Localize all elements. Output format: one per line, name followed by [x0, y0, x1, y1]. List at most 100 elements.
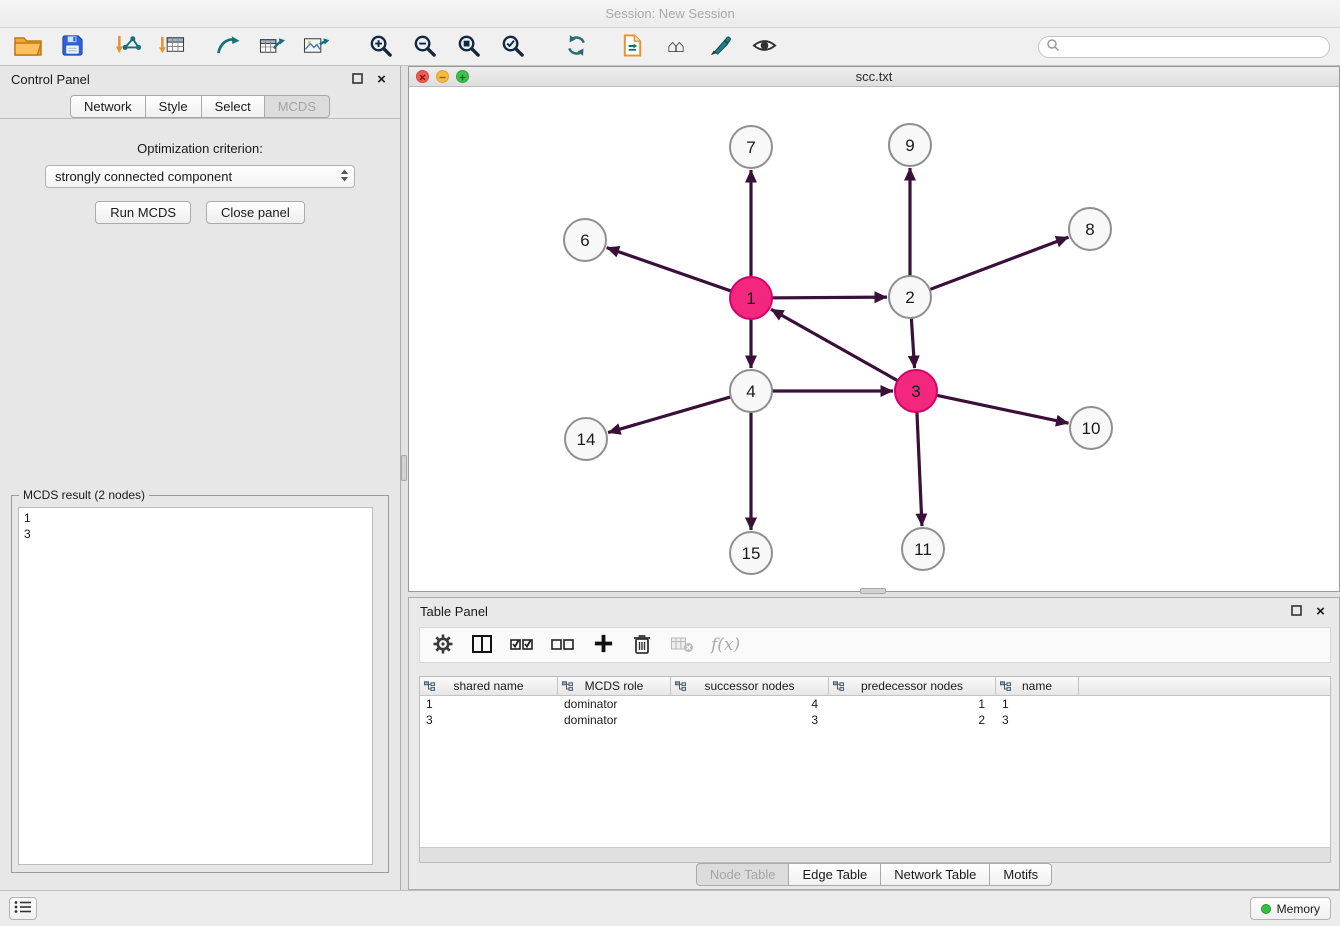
node-6[interactable]: 6 — [564, 219, 606, 261]
tab-motifs[interactable]: Motifs — [989, 863, 1052, 886]
zoom-in-button[interactable] — [362, 31, 398, 63]
houses-icon: ⌂⌂ — [667, 36, 685, 57]
tab-network-table[interactable]: Network Table — [880, 863, 990, 886]
table-tabs: Node TableEdge TableNetwork TableMotifs — [696, 863, 1052, 886]
neighbors-button[interactable]: ⌂⌂ — [658, 31, 694, 63]
panel-menu-button[interactable] — [9, 897, 37, 920]
column-label: MCDS role — [585, 679, 644, 693]
export-network-button[interactable] — [210, 31, 246, 63]
svg-text:15: 15 — [742, 544, 761, 563]
close-window-button[interactable] — [416, 70, 429, 83]
control-panel-float-button[interactable] — [350, 72, 365, 87]
table-panel-float-button[interactable] — [1289, 604, 1304, 619]
column-header-mcds-role[interactable]: MCDS role — [558, 677, 671, 695]
delete-column-button[interactable] — [631, 633, 653, 657]
svg-text:8: 8 — [1085, 220, 1094, 239]
table-panel-close-button[interactable]: × — [1313, 604, 1328, 619]
save-session-button[interactable] — [54, 31, 90, 63]
show-columns-button[interactable] — [471, 633, 493, 657]
control-panel-close-button[interactable]: × — [374, 72, 389, 87]
export-image-button[interactable] — [298, 31, 334, 63]
tab-select[interactable]: Select — [201, 95, 265, 118]
delete-table-button[interactable] — [670, 633, 694, 657]
mcds-result-legend: MCDS result (2 nodes) — [19, 488, 149, 502]
node-3[interactable]: 3 — [895, 370, 937, 412]
control-panel-header: Control Panel × — [0, 66, 400, 93]
minimize-window-button[interactable] — [436, 70, 449, 83]
close-panel-button[interactable]: Close panel — [206, 201, 305, 224]
optimization-select[interactable]: strongly connected component — [45, 165, 355, 188]
fx-icon: f(x) — [711, 635, 740, 655]
table-row[interactable]: 1dominator411 — [420, 696, 1330, 712]
node-1[interactable]: 1 — [730, 277, 772, 319]
node-9[interactable]: 9 — [889, 124, 931, 166]
column-tree-icon — [1000, 681, 1011, 692]
zoom-selected-button[interactable] — [494, 31, 530, 63]
edge-3-11[interactable] — [916, 394, 922, 526]
column-header-name[interactable]: name — [996, 677, 1079, 695]
network-canvas[interactable]: 7 9 6 8 1 2 4 3 14 10 15 11 — [409, 87, 1339, 591]
search-box[interactable] — [1038, 36, 1330, 58]
add-column-button[interactable] — [592, 633, 614, 657]
style-document-button[interactable] — [614, 31, 650, 63]
edge-3-1[interactable] — [771, 309, 913, 389]
paint-style-button[interactable] — [702, 31, 738, 63]
horizontal-splitter-handle[interactable] — [860, 588, 886, 594]
mcds-result-box: MCDS result (2 nodes) 1 3 — [11, 495, 389, 873]
tab-node-table[interactable]: Node Table — [696, 863, 790, 886]
edge-2-8[interactable] — [913, 237, 1069, 296]
node-4[interactable]: 4 — [730, 370, 772, 412]
table-panel-title: Table Panel — [420, 604, 488, 619]
tab-edge-table[interactable]: Edge Table — [788, 863, 881, 886]
select-all-button[interactable] — [510, 633, 534, 657]
zoom-out-button[interactable] — [406, 31, 442, 63]
optimization-select-value: strongly connected component — [55, 169, 340, 184]
column-header-successor-nodes[interactable]: successor nodes — [671, 677, 829, 695]
export-table-button[interactable] — [254, 31, 290, 63]
node-8[interactable]: 8 — [1069, 208, 1111, 250]
export-table-icon — [257, 33, 287, 61]
node-7[interactable]: 7 — [730, 126, 772, 168]
column-header-predecessor-nodes[interactable]: predecessor nodes — [829, 677, 996, 695]
memory-button[interactable]: Memory — [1250, 897, 1331, 920]
node-10[interactable]: 10 — [1070, 407, 1112, 449]
import-network-icon — [114, 33, 142, 61]
zoom-fit-button[interactable] — [450, 31, 486, 63]
edge-1-6[interactable] — [607, 248, 748, 297]
node-14[interactable]: 14 — [565, 418, 607, 460]
import-table-button[interactable] — [154, 31, 190, 63]
horizontal-scrollbar[interactable] — [420, 847, 1330, 862]
run-mcds-button[interactable]: Run MCDS — [95, 201, 191, 224]
edge-4-14[interactable] — [608, 392, 748, 433]
control-panel-title: Control Panel — [11, 72, 90, 87]
column-header-shared-name[interactable]: shared name — [420, 677, 558, 695]
node-15[interactable]: 15 — [730, 532, 772, 574]
table-panel-header: Table Panel × — [409, 598, 1339, 625]
show-hide-button[interactable] — [746, 31, 782, 63]
deselect-all-button[interactable] — [551, 633, 575, 657]
node-2[interactable]: 2 — [889, 276, 931, 318]
node-11[interactable]: 11 — [902, 528, 944, 570]
svg-text:9: 9 — [905, 136, 914, 155]
export-network-icon — [214, 33, 242, 61]
table-row[interactable]: 3dominator323 — [420, 712, 1330, 728]
tab-style[interactable]: Style — [145, 95, 202, 118]
list-icon — [14, 900, 32, 917]
tab-network[interactable]: Network — [70, 95, 146, 118]
search-input[interactable] — [1065, 40, 1322, 54]
close-icon: × — [1316, 605, 1325, 618]
import-network-button[interactable] — [110, 31, 146, 63]
tab-mcds[interactable]: MCDS — [264, 95, 330, 118]
network-title: scc.txt — [856, 69, 893, 84]
apply-layout-button[interactable] — [558, 31, 594, 63]
table-settings-button[interactable] — [432, 633, 454, 657]
vertical-splitter-handle[interactable] — [401, 455, 407, 481]
zoom-window-button[interactable] — [456, 70, 469, 83]
open-session-button[interactable] — [10, 31, 46, 63]
function-builder-button[interactable]: f(x) — [711, 633, 740, 657]
apply-layout-icon — [564, 33, 589, 61]
table-header-row: shared name MCDS role successor nodesprede… — [420, 677, 1330, 696]
svg-text:11: 11 — [914, 540, 932, 559]
edge-1-2[interactable] — [754, 297, 887, 298]
edge-3-10[interactable] — [919, 392, 1069, 424]
